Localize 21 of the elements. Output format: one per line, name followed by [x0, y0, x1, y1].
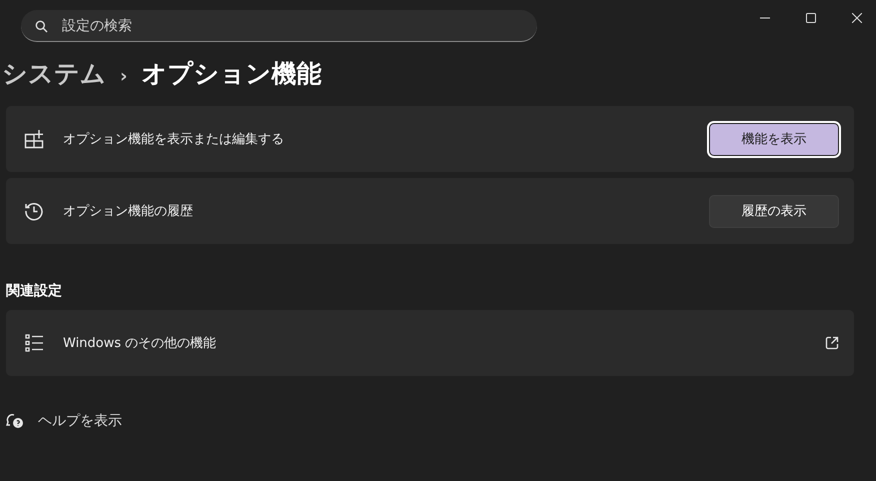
close-icon[interactable]	[852, 13, 862, 23]
section-heading: 関連設定	[6, 282, 63, 300]
minimize-icon[interactable]	[760, 17, 770, 19]
page-title: オプション機能	[141, 58, 322, 90]
card-label: オプション機能を表示または編集する	[63, 131, 285, 148]
history-icon	[24, 201, 44, 221]
list-icon	[24, 333, 44, 353]
card-button[interactable]: 履歴の表示	[709, 194, 839, 228]
search-icon	[35, 20, 48, 33]
link-label: Windows のその他の機能	[63, 335, 218, 352]
search-field[interactable]: 設定の検索	[21, 10, 537, 42]
card-label: オプション機能の履歴	[63, 203, 194, 220]
card-button[interactable]: 機能を表示	[709, 122, 839, 156]
help-chat-icon	[6, 413, 24, 429]
maximize-icon[interactable]	[806, 13, 816, 23]
breadcrumb-link[interactable]: システム	[2, 57, 106, 90]
external-link-icon	[825, 336, 839, 350]
related-link[interactable]: Windows のその他の機能	[6, 310, 854, 376]
grid-plus-icon	[24, 129, 44, 149]
breadcrumb-separator: ›	[120, 66, 128, 87]
help-link[interactable]: ヘルプを表示	[38, 412, 122, 430]
